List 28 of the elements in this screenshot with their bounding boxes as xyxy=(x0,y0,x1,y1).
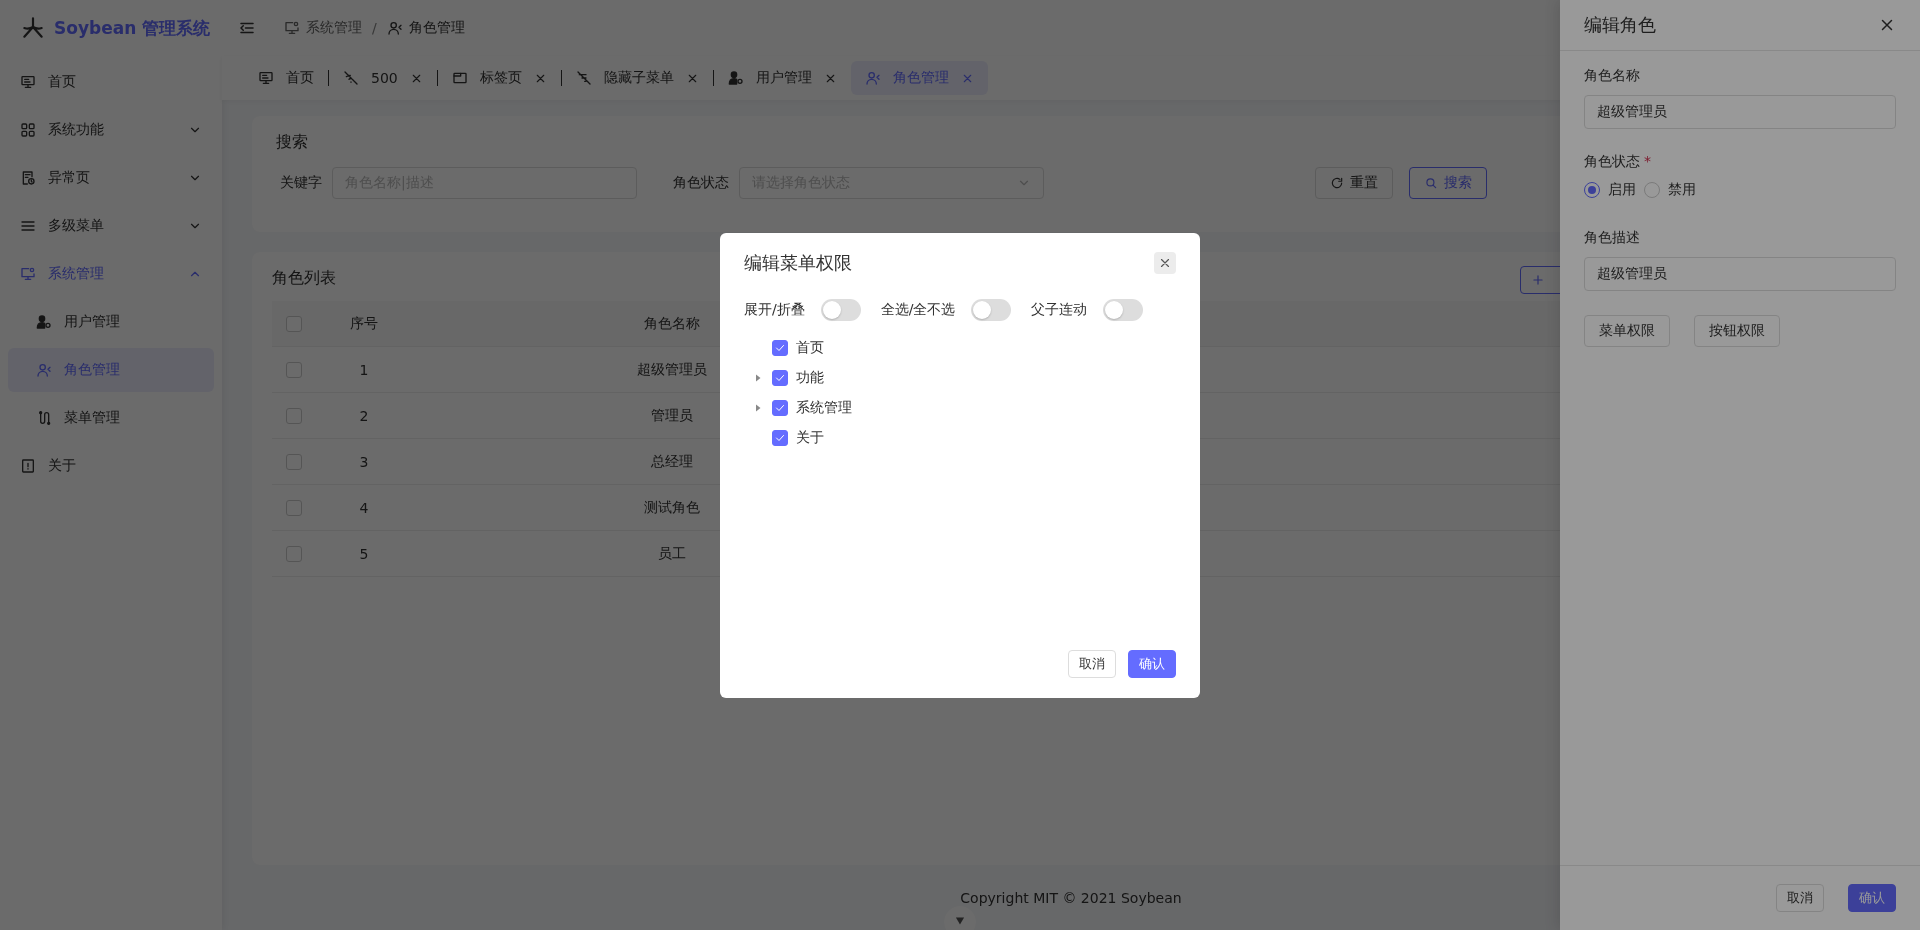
field-label: 角色状态 xyxy=(673,174,729,192)
toggle-label: 展开/折叠 xyxy=(744,301,805,319)
table-cell: 5 xyxy=(359,545,369,562)
toggle-label: 父子连动 xyxy=(1031,301,1088,319)
drawer-title: 编辑角色 xyxy=(1584,13,1656,37)
field-label: 角色状态 xyxy=(1584,153,1640,171)
required-mark: * xyxy=(1644,153,1651,171)
table-cell: 2 xyxy=(359,407,369,424)
table-cell: 1 xyxy=(359,361,369,378)
breadcrumb-separator: / xyxy=(372,20,377,36)
column-header: 序号 xyxy=(350,314,378,333)
table-cell: 超级管理员 xyxy=(637,360,707,379)
field-label: 角色名称 xyxy=(1584,67,1640,85)
copyright-text: Copyright MIT © 2021 Soybean xyxy=(960,889,1182,906)
card-title: 搜索 xyxy=(276,132,308,153)
field-label: 关键字 xyxy=(280,174,322,192)
card-title: 角色列表 xyxy=(272,268,336,289)
table-cell: 4 xyxy=(359,499,369,516)
column-header: 角色名称 xyxy=(644,314,700,333)
table-cell: 总经理 xyxy=(651,452,693,471)
table-cell: 测试角色 xyxy=(644,498,700,517)
toggle-label: 全选/全不选 xyxy=(880,301,956,319)
table-cell: 3 xyxy=(359,453,369,470)
table-cell: 管理员 xyxy=(651,406,693,425)
dialog-title: 编辑菜单权限 xyxy=(744,251,852,275)
field-label: 角色描述 xyxy=(1584,229,1640,247)
app-title: Soybean 管理系统 xyxy=(54,16,211,40)
table-cell: 员工 xyxy=(658,544,686,563)
